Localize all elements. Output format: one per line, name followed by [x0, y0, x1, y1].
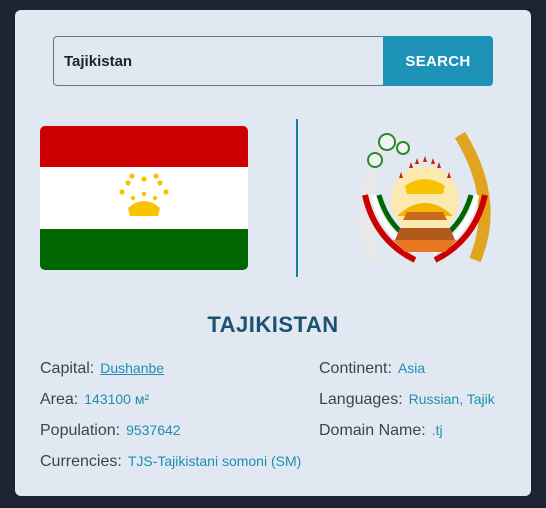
domain-row: Domain Name: .tj — [319, 422, 443, 440]
area-value: 143100 м² — [84, 391, 150, 407]
country-name: TAJIKISTAN — [207, 312, 339, 337]
country-card: SEARCH — [15, 10, 531, 496]
area-row: Area: 143100 м² — [40, 391, 149, 409]
continent-row: Continent: Asia — [319, 360, 425, 378]
domain-value: .tj — [431, 422, 443, 438]
emblem-image — [345, 120, 505, 280]
capital-row: Capital: Dushanbe — [40, 360, 164, 378]
search-bar: SEARCH — [53, 36, 493, 86]
currencies-value: TJS-Tajikistani somoni (SM) — [127, 453, 302, 469]
divider — [296, 119, 298, 277]
population-row: Population: 9537642 — [40, 422, 181, 440]
search-input[interactable] — [53, 36, 383, 86]
flag-image — [40, 126, 248, 270]
currencies-row: Currencies: TJS-Tajikistani somoni (SM) — [40, 453, 301, 471]
continent-label: Continent: — [319, 360, 392, 377]
currencies-label: Currencies: — [40, 453, 122, 470]
capital-label: Capital: — [40, 360, 95, 377]
domain-label: Domain Name: — [319, 422, 426, 439]
capital-link[interactable]: Dushanbe — [100, 360, 164, 376]
population-value: 9537642 — [126, 422, 181, 438]
languages-label: Languages: — [319, 391, 403, 408]
languages-value: Russian, Tajik — [408, 391, 495, 407]
population-label: Population: — [40, 422, 121, 439]
continent-value: Asia — [397, 360, 426, 376]
languages-row: Languages: Russian, Tajik — [319, 391, 495, 409]
search-button[interactable]: SEARCH — [383, 36, 493, 86]
area-label: Area: — [40, 391, 79, 408]
